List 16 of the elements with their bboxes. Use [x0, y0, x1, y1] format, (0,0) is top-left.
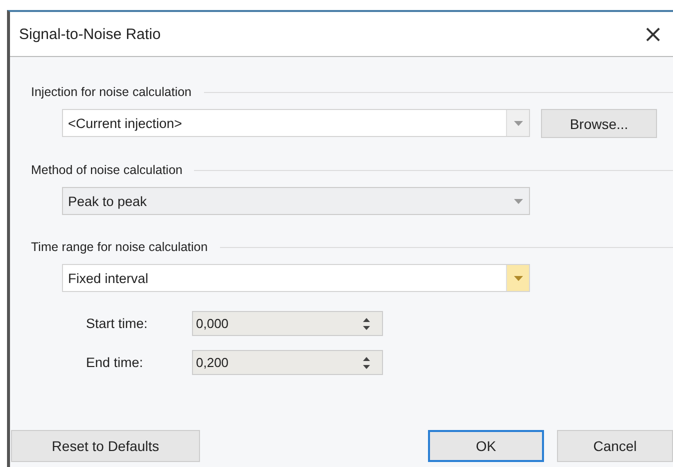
- number-spinner[interactable]: 0,200: [192, 350, 383, 375]
- window-title: Signal-to-Noise Ratio: [19, 26, 161, 42]
- section-label: Method of noise calculation: [31, 163, 182, 177]
- section-label: Injection for noise calculation: [31, 85, 192, 99]
- browse-button[interactable]: Browse...: [541, 109, 657, 138]
- dropdown-field[interactable]: Fixed interval: [62, 264, 530, 292]
- dialog-button[interactable]: OK: [428, 430, 544, 462]
- field-label: End time:: [86, 355, 144, 370]
- section-label: Time range for noise calculation: [31, 240, 208, 254]
- dialog-button[interactable]: Reset to Defaults: [11, 430, 200, 462]
- field-label: Start time:: [86, 316, 149, 331]
- number-spinner[interactable]: 0,000: [192, 311, 383, 336]
- dropdown-field[interactable]: <Current injection>: [62, 109, 530, 137]
- dropdown-field[interactable]: Peak to peak: [62, 187, 530, 215]
- dialog-button[interactable]: Cancel: [557, 430, 673, 462]
- close-button[interactable]: ×: [633, 20, 673, 48]
